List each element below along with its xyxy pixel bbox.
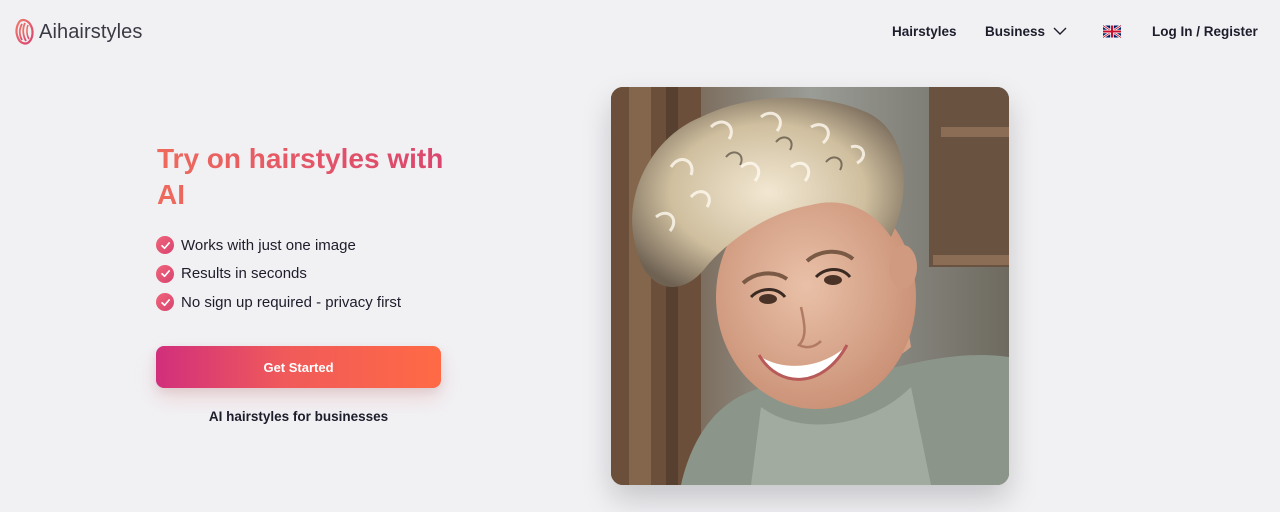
chevron-down-icon — [1053, 27, 1067, 35]
feature-item: No sign up required - privacy first — [156, 288, 401, 317]
site-header: Aihairstyles Hairstyles Business Log In … — [0, 0, 1280, 64]
feature-text: No sign up required - privacy first — [181, 293, 402, 311]
logo-mark-icon — [15, 18, 34, 45]
get-started-button[interactable]: Get Started — [156, 346, 441, 388]
feature-text: Results in seconds — [181, 265, 307, 283]
business-link[interactable]: AI hairstyles for businesses — [156, 409, 441, 424]
logo-text: Aihairstyles — [39, 20, 143, 43]
check-icon — [156, 264, 174, 283]
hero-photo — [611, 87, 1009, 485]
hero-photo-illustration — [611, 87, 1009, 485]
feature-list: Works with just one image Results in sec… — [156, 231, 401, 317]
nav-business-label: Business — [985, 24, 1046, 39]
nav-business-dropdown[interactable]: Business — [985, 24, 1067, 39]
uk-flag-icon[interactable] — [1103, 25, 1121, 38]
feature-text: Works with just one image — [181, 236, 356, 254]
check-icon — [156, 236, 174, 255]
nav-hairstyles-link[interactable]: Hairstyles — [892, 24, 957, 39]
feature-item: Works with just one image — [156, 231, 401, 260]
logo[interactable]: Aihairstyles — [14, 17, 142, 47]
feature-item: Results in seconds — [156, 260, 401, 289]
login-register-link[interactable]: Log In / Register — [1152, 24, 1258, 39]
hero-title: Try on hairstyles with AI — [157, 141, 477, 213]
check-icon — [156, 293, 174, 312]
